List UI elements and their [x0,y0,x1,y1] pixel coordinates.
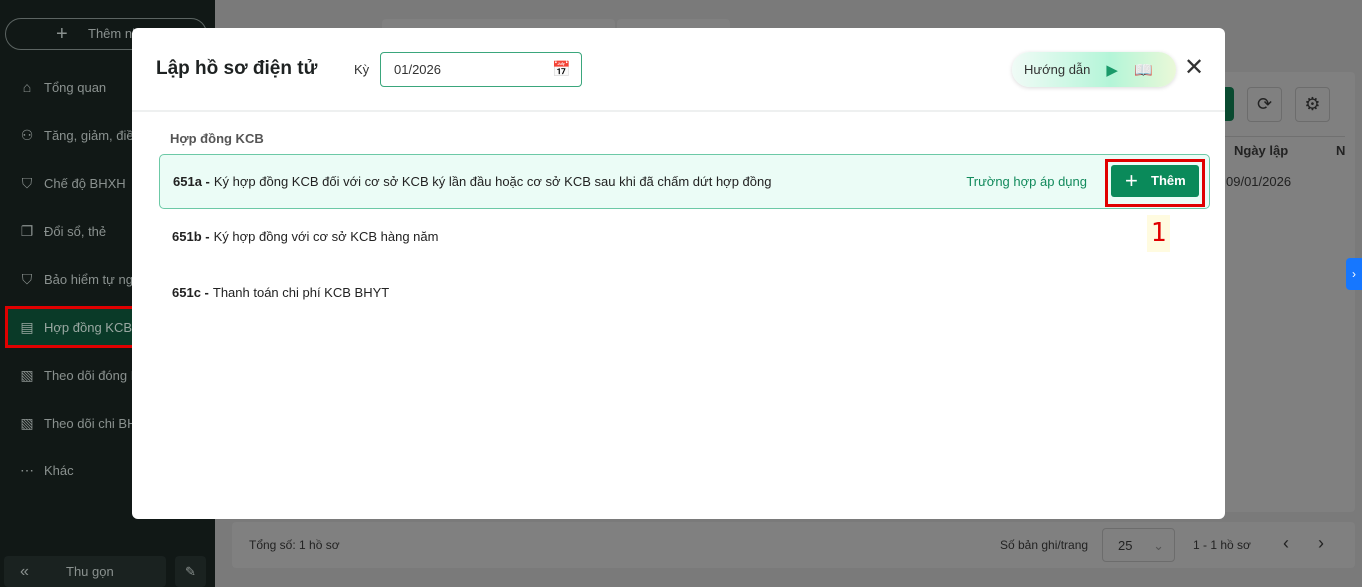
double-chevron-left-icon: « [20,563,29,580]
bg-footer [232,522,1355,568]
table-header: N [1336,143,1346,158]
applicable-cases-link[interactable]: Trường hợp áp dụng [966,174,1087,189]
close-icon[interactable]: ✕ [1184,56,1204,80]
list-item-651a[interactable]: 651a - Ký hợp đồng KCB đối với cơ sở KCB … [159,154,1210,209]
video-icon[interactable]: ▶ [1106,61,1118,79]
per-page-value: 25 [1118,538,1133,553]
refresh-icon[interactable]: ⟳ [1247,87,1282,122]
item-code: 651b - [172,229,210,244]
chevron-left-icon[interactable]: ‹ [1283,533,1289,554]
list-item-651b[interactable]: 651b - Ký hợp đồng với cơ sở KCB hàng năm [159,209,1210,264]
page-range: 1 - 1 hồ sơ [1193,538,1251,552]
item-code: 651a - [173,174,210,189]
sidebar-item-kcb-contract[interactable]: ▤ Hợp đồng KCB [5,306,137,348]
c12-doc-icon: ▧ [20,366,34,383]
plus-icon: + [1125,168,1138,193]
user-up-icon: ⚇ [20,126,34,143]
create-dossier-modal: Lập hồ sơ điện tử Kỳ 01/2026 📅 Hướng dẫn ▶… [132,28,1225,519]
shield-icon: ⛉ [21,270,33,287]
section-title: Hợp đồng KCB [170,131,264,146]
item-text: Thanh toán chi phí KCB BHYT [212,285,390,300]
home-icon: ⌂ [22,79,32,95]
per-page-label: Số bản ghi/trang [1000,538,1089,552]
calendar-icon[interactable]: 📅 [552,53,571,86]
add-button[interactable]: + Thêm [1111,165,1199,197]
doc-icon: ▧ [20,414,34,431]
guide-button[interactable]: Hướng dẫn ▶ 📖 [1012,52,1176,87]
collapse-button[interactable]: «Thu gọn [4,556,166,587]
guide-label: Hướng dẫn [1024,62,1091,77]
shield-heart-icon: ⛉ [21,174,33,191]
period-input[interactable]: 01/2026 📅 [380,52,582,87]
per-page-select[interactable]: 25 ⌄ [1102,528,1175,562]
table-header-date: Ngày lập [1234,143,1289,158]
item-text: Ký hợp đồng với cơ sở KCB hàng năm [213,229,439,244]
total-count: Tổng số: 1 hồ sơ [249,538,340,552]
book-icon[interactable]: 📖 [1134,61,1153,79]
copy-icon: ❐ [20,222,34,239]
scroll-icon: ▤ [20,318,34,335]
list-item-651c[interactable]: 651c - Thanh toán chi phí KCB BHYT [159,265,1210,320]
period-value: 01/2026 [394,62,441,77]
modal-header: Lập hồ sơ điện tử Kỳ 01/2026 📅 Hướng dẫn ▶… [132,28,1225,112]
item-text: Ký hợp đồng KCB đối với cơ sở KCB ký lần… [213,174,772,189]
expand-panel-button[interactable]: › [1346,258,1362,290]
chevron-right-icon[interactable]: › [1318,533,1324,554]
more-icon: ⋯ [20,461,34,478]
item-code: 651c - [172,285,209,300]
table-cell-date: 09/01/2026 [1226,174,1292,189]
modal-title: Lập hồ sơ điện tử [156,58,318,79]
edit-icon[interactable]: ✎ [175,556,206,587]
add-label: Thêm [1151,173,1186,188]
period-label: Kỳ [354,62,370,77]
plus-icon: + [56,23,68,45]
gear-icon[interactable]: ⚙ [1295,87,1330,122]
chevron-down-icon: ⌄ [1153,538,1164,553]
